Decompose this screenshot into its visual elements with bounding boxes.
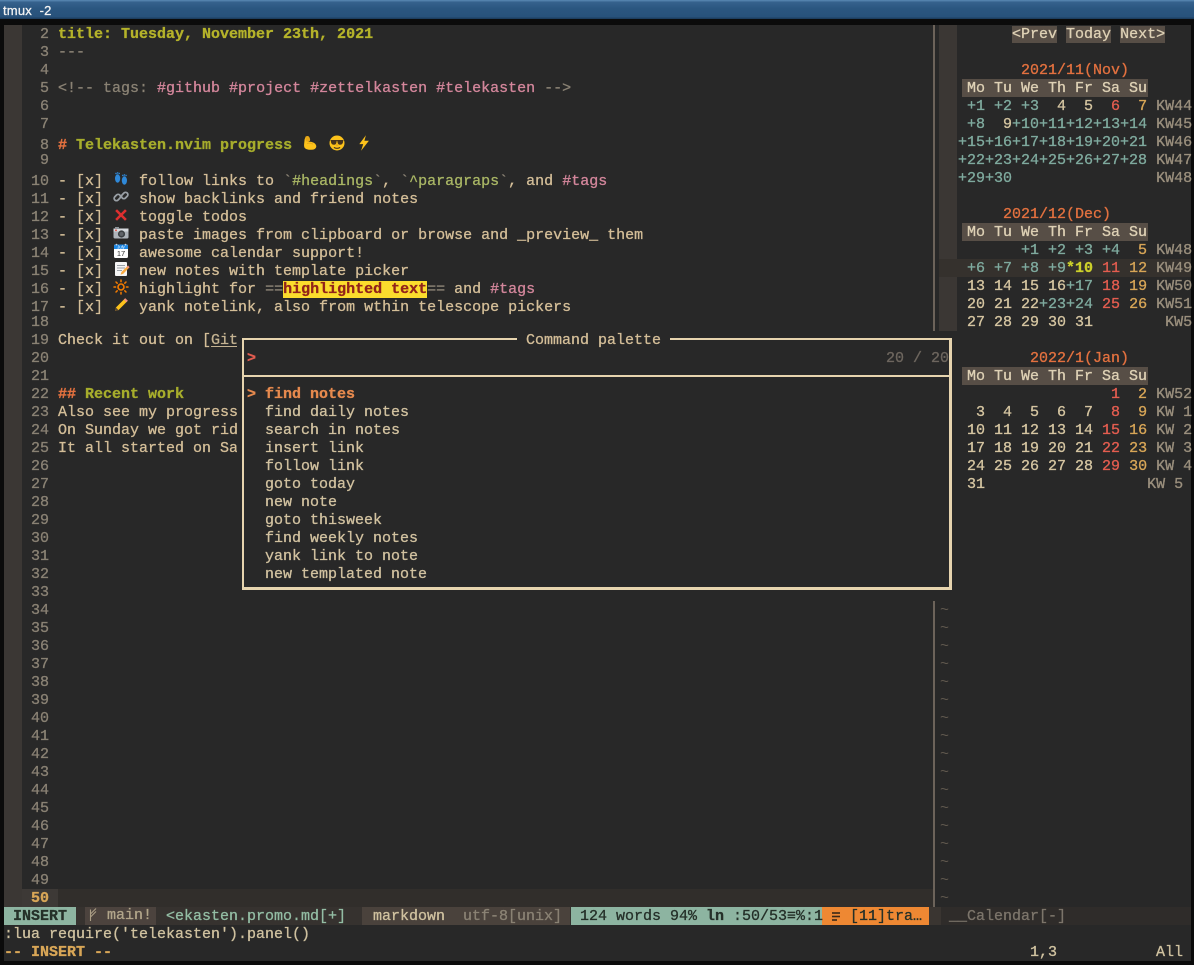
svg-text:17: 17: [117, 249, 125, 258]
